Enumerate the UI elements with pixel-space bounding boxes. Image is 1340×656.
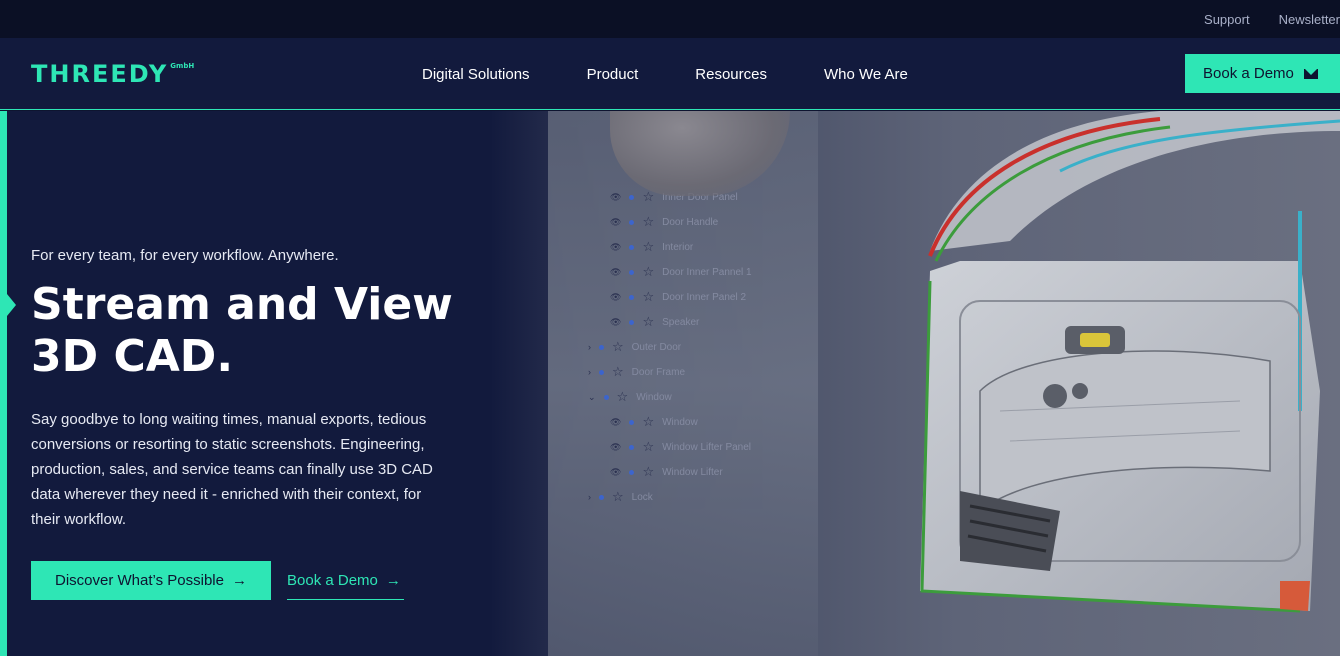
eye-icon: 👁 — [610, 441, 622, 452]
accent-bar — [0, 111, 7, 656]
logo-suffix: GmbH — [170, 62, 195, 70]
star-icon: ☆ — [642, 414, 655, 429]
tree-row: 👁 ☆ Door Inner Pannel 1 — [610, 264, 752, 279]
book-demo-button[interactable]: Book a Demo — [1185, 54, 1340, 93]
main-navigation: THREEDY GmbH Digital Solutions Product Re… — [0, 38, 1340, 110]
dot-icon — [629, 444, 635, 450]
dot-icon — [629, 244, 635, 250]
book-demo-link-label: Book a Demo — [287, 571, 378, 589]
star-icon: ☆ — [612, 339, 624, 354]
headline-line-2: 3D CAD. — [31, 331, 234, 382]
headline-line-1: Stream and View — [31, 279, 453, 330]
discover-label: Discover What’s Possible — [55, 572, 224, 589]
dot-icon — [599, 494, 604, 500]
hero-section: 👁 ☆ Inner Door Panel 👁 ☆ Door Handle 👁 ☆ Inter… — [0, 111, 1340, 656]
book-demo-label: Book a Demo — [1203, 65, 1294, 82]
nav-item-who-we-are[interactable]: Who We Are — [824, 66, 908, 83]
book-demo-link[interactable]: Book a Demo → — [287, 561, 404, 600]
envelope-icon — [1303, 68, 1318, 79]
tree-row: 👁 ☆ Speaker — [610, 314, 700, 329]
nav-item-product[interactable]: Product — [587, 66, 639, 83]
chevron-right-icon: › — [588, 492, 591, 502]
star-icon: ☆ — [612, 364, 624, 379]
tree-row: › ☆ Door Frame — [588, 364, 686, 379]
hero-headline: Stream and View 3D CAD. — [31, 279, 491, 383]
dot-icon — [629, 294, 635, 300]
dot-icon — [629, 419, 635, 425]
support-link[interactable]: Support — [1204, 12, 1250, 27]
tree-row: 👁 ☆ Window Lifter Panel — [610, 439, 752, 454]
dot-icon — [629, 219, 635, 225]
star-icon: ☆ — [642, 464, 655, 479]
nav-menu: Digital Solutions Product Resources Who … — [422, 38, 908, 110]
star-icon: ☆ — [642, 439, 655, 454]
threedy-logo[interactable]: THREEDY GmbH — [31, 60, 194, 88]
dot-icon — [629, 194, 635, 200]
star-icon: ☆ — [642, 314, 655, 329]
nav-item-resources[interactable]: Resources — [695, 66, 767, 83]
eye-icon: 👁 — [610, 191, 622, 202]
arrow-right-icon: → — [385, 571, 401, 589]
eye-icon: 👁 — [610, 466, 622, 477]
nav-item-digital-solutions[interactable]: Digital Solutions — [422, 66, 530, 83]
tree-row: 👁 ☆ Window Lifter — [610, 464, 723, 479]
tree-row: ⌄ ☆ Window — [588, 389, 672, 404]
eye-icon: 👁 — [610, 291, 622, 302]
chevron-right-icon: › — [588, 367, 591, 377]
tree-row: 👁 ☆ Door Handle — [610, 214, 719, 229]
dot-icon — [629, 469, 635, 475]
newsletter-link[interactable]: Newsletter — [1279, 12, 1340, 27]
tree-row: 👁 ☆ Door Inner Panel 2 — [610, 289, 747, 304]
tree-row: 👁 ☆ Interior — [610, 239, 694, 254]
eye-icon: 👁 — [610, 266, 622, 277]
star-icon: ☆ — [642, 239, 655, 254]
discover-button[interactable]: Discover What’s Possible → — [31, 561, 271, 600]
eye-icon: 👁 — [610, 316, 622, 327]
star-icon: ☆ — [616, 389, 629, 404]
star-icon: ☆ — [642, 214, 655, 229]
arrow-right-icon: → — [231, 572, 247, 589]
star-icon: ☆ — [612, 489, 624, 504]
hero-description: Say goodbye to long waiting times, manua… — [31, 411, 433, 528]
eye-icon: 👁 — [610, 416, 622, 427]
dot-icon — [629, 269, 635, 275]
chevron-down-icon: ⌄ — [588, 391, 596, 402]
hero-tagline: For every team, for every workflow. Anyw… — [31, 247, 339, 264]
dot-icon — [599, 344, 604, 350]
chevron-right-icon: › — [588, 342, 591, 352]
eye-icon: 👁 — [610, 216, 622, 227]
dot-icon — [599, 369, 604, 375]
utility-links: Support Newsletter — [1204, 0, 1340, 38]
star-icon: ☆ — [642, 289, 655, 304]
tree-row: 👁 ☆ Window — [610, 414, 698, 429]
dot-icon — [629, 319, 635, 325]
utility-bar: Support Newsletter — [0, 0, 1340, 38]
car-door-model — [920, 111, 1340, 613]
dot-icon — [603, 394, 609, 400]
star-icon: ☆ — [642, 264, 655, 279]
accent-notch — [7, 294, 16, 316]
tree-row: › ☆ Outer Door — [588, 339, 682, 354]
eye-icon: 👁 — [610, 241, 622, 252]
tree-row: › ☆ Lock — [588, 489, 653, 504]
